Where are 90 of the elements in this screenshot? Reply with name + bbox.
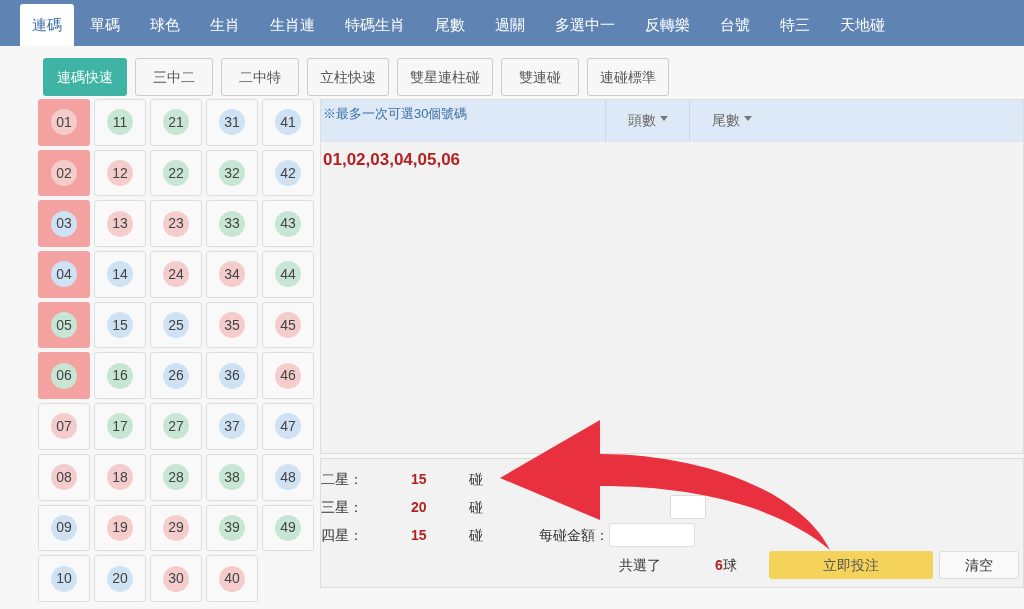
number-cell[interactable]: 17 (94, 403, 146, 450)
number-cell[interactable]: 35 (206, 301, 258, 349)
number-cell[interactable]: 16 (94, 352, 146, 400)
nav-tab[interactable]: 特三 (766, 4, 824, 46)
number-cell[interactable]: 43 (262, 200, 314, 248)
number-cell[interactable]: 42 (262, 149, 314, 197)
number-cell[interactable]: 23 (150, 200, 202, 248)
number-cell[interactable]: 10 (38, 555, 90, 602)
number-cell[interactable]: 20 (94, 555, 146, 602)
number-cell[interactable]: 04 (38, 251, 90, 298)
number-cell[interactable]: 06 (38, 352, 90, 400)
mode-button[interactable]: 雙連碰 (501, 58, 579, 96)
number-cell[interactable]: 29 (150, 504, 202, 552)
number-cell[interactable]: 34 (206, 251, 258, 298)
caret-icon (743, 116, 752, 121)
amount-field[interactable] (609, 523, 695, 547)
combo-count: 15 (411, 469, 428, 489)
number-cell[interactable]: 39 (206, 504, 258, 552)
number-cell[interactable]: 27 (150, 403, 202, 450)
combo-count: 15 (411, 525, 428, 545)
number-cell[interactable]: 36 (206, 352, 258, 400)
number-cell[interactable]: 40 (206, 555, 258, 602)
selected-numbers: 01,02,03,04,05,06 (322, 149, 462, 171)
mode-button[interactable]: 三中二 (135, 58, 213, 96)
number-cell[interactable]: 44 (262, 251, 314, 298)
number-cell[interactable]: 09 (38, 504, 90, 552)
number-cell[interactable]: 03 (38, 200, 90, 248)
filter-dropdown[interactable]: 頭數 (605, 100, 689, 142)
number-cell[interactable]: 26 (150, 352, 202, 400)
number-cell[interactable]: 14 (94, 251, 146, 298)
number-cell[interactable]: 15 (94, 301, 146, 349)
nav-tab[interactable]: 球色 (136, 4, 194, 46)
number-cell[interactable]: 49 (262, 504, 314, 552)
mode-button[interactable]: 二中特 (221, 58, 299, 96)
number-cell[interactable]: 02 (38, 149, 90, 197)
number-cell[interactable]: 11 (94, 99, 146, 146)
nav-tab[interactable]: 生肖 (196, 4, 254, 46)
nav-tab[interactable]: 連碼 (20, 4, 74, 46)
mode-button[interactable]: 連碰標準 (587, 58, 669, 96)
number-cell[interactable]: 30 (150, 555, 202, 602)
number-cell[interactable]: 47 (262, 403, 314, 450)
number-cell[interactable]: 32 (206, 149, 258, 197)
summary-label: 共選了 (619, 555, 662, 575)
combo-label: 四星： (321, 525, 364, 545)
number-cell[interactable]: 19 (94, 504, 146, 552)
number-cell[interactable]: 21 (150, 99, 202, 146)
combo-unit: 碰 (469, 497, 484, 517)
nav-tab[interactable]: 特碼生肖 (331, 4, 419, 46)
number-cell[interactable]: 24 (150, 251, 202, 298)
number-cell[interactable]: 12 (94, 149, 146, 197)
input-field[interactable] (670, 495, 706, 519)
nav-tab[interactable]: 過關 (481, 4, 539, 46)
nav-tab[interactable]: 尾數 (421, 4, 479, 46)
number-cell[interactable]: 18 (94, 453, 146, 501)
number-cell[interactable]: 41 (262, 99, 314, 146)
nav-tab[interactable]: 反轉樂 (631, 4, 704, 46)
number-cell[interactable]: 28 (150, 453, 202, 501)
nav-tab[interactable]: 單碼 (76, 4, 134, 46)
combo-unit: 碰 (469, 525, 484, 545)
combo-label: 二星： (321, 469, 364, 489)
nav-tab[interactable]: 生肖連 (256, 4, 329, 46)
number-cell[interactable]: 48 (262, 453, 314, 501)
number-cell[interactable]: 25 (150, 301, 202, 349)
mode-button[interactable]: 雙星連柱碰 (397, 58, 493, 96)
number-cell[interactable]: 33 (206, 200, 258, 248)
number-cell[interactable]: 22 (150, 149, 202, 197)
number-cell[interactable]: 05 (38, 301, 90, 349)
number-cell[interactable]: 37 (206, 403, 258, 450)
limit-note: ※最多一次可選30個號碼 (322, 105, 469, 123)
clear-button[interactable]: 清空 (939, 551, 1019, 579)
amount-label: 每碰金額： (538, 525, 609, 545)
combo-label: 三星： (321, 497, 364, 517)
nav-tab[interactable]: 多選中一 (541, 4, 629, 46)
number-cell[interactable]: 31 (206, 99, 258, 146)
number-cell[interactable]: 45 (262, 301, 314, 349)
filter-dropdown[interactable]: 尾數 (689, 100, 773, 142)
number-cell[interactable]: 38 (206, 453, 258, 501)
bet-button[interactable]: 立即投注 (769, 551, 933, 579)
caret-icon (659, 116, 668, 121)
mode-button[interactable]: 立柱快速 (307, 58, 389, 96)
number-cell[interactable]: 13 (94, 200, 146, 248)
nav-tab[interactable]: 天地碰 (826, 4, 899, 46)
summary-count: 6球 (715, 555, 738, 575)
number-cell[interactable]: 07 (38, 403, 90, 450)
number-cell[interactable]: 08 (38, 453, 90, 501)
number-cell[interactable]: 46 (262, 352, 314, 400)
combo-unit: 碰 (469, 469, 484, 489)
number-cell[interactable]: 01 (38, 99, 90, 146)
combo-count: 20 (411, 497, 428, 517)
nav-tab[interactable]: 台號 (706, 4, 764, 46)
